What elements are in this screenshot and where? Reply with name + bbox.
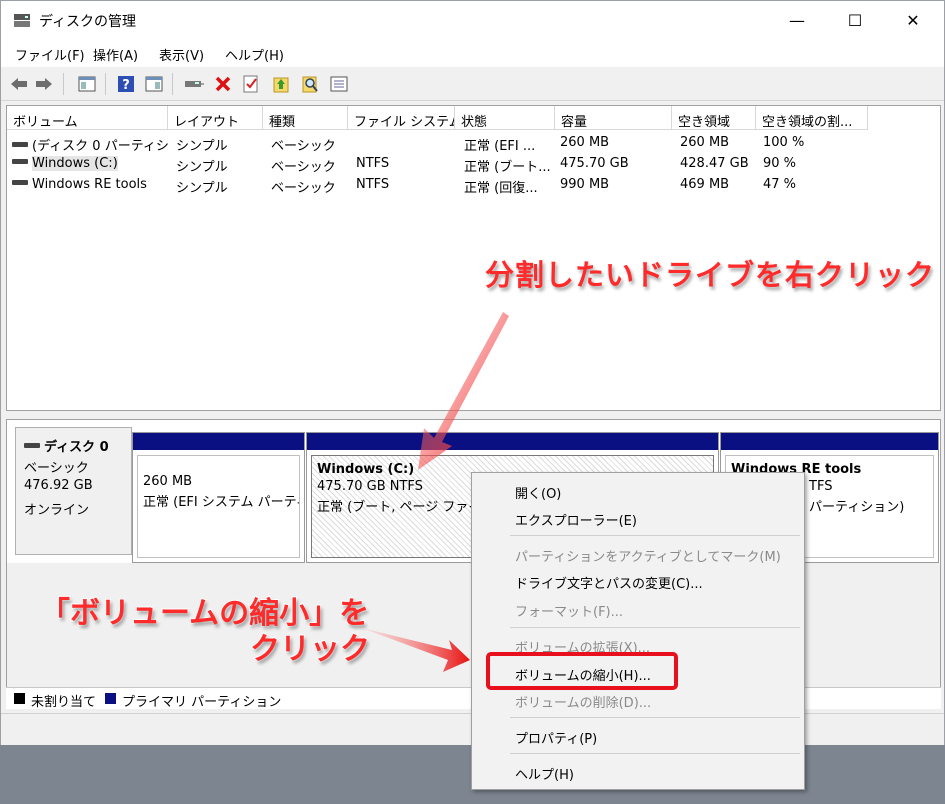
- column-free-percent[interactable]: 空き領域の割...: [756, 106, 868, 130]
- properties-icon[interactable]: [329, 74, 349, 94]
- column-volume[interactable]: ボリューム: [7, 106, 168, 130]
- close-button[interactable]: ✕: [890, 1, 936, 39]
- partition-status: 正常 (EFI システム パーティション): [143, 495, 299, 510]
- menu-item-delete-volume: ボリュームの削除(D)...: [515, 696, 652, 711]
- context-menu: 開く(O) エクスプローラー(E) パーティションをアクティブとしてマーク(M)…: [471, 472, 805, 790]
- help-icon[interactable]: ?: [116, 74, 136, 94]
- column-type[interactable]: 種類: [263, 106, 348, 130]
- menu-item-properties[interactable]: プロパティ(P): [515, 728, 597, 747]
- legend-primary: プライマリ パーティション: [122, 695, 282, 710]
- menu-item-explorer[interactable]: エクスプローラー(E): [515, 510, 637, 529]
- connect-disk-icon[interactable]: [184, 74, 204, 94]
- legend-swatch-primary: [105, 693, 116, 704]
- volume-icon: [12, 142, 28, 147]
- partition-efi[interactable]: 260 MB 正常 (EFI システム パーティション): [132, 432, 305, 563]
- menu-item-format: フォーマット(F)...: [515, 605, 624, 620]
- legend-unallocated: 未割り当て: [31, 695, 97, 710]
- column-layout[interactable]: レイアウト: [168, 106, 263, 130]
- search-icon[interactable]: [300, 74, 320, 94]
- disk-icon: [24, 443, 40, 448]
- volume-icon: [12, 159, 28, 164]
- disk-0-label[interactable]: ディスク 0 ベーシック 476.92 GB オンライン: [15, 427, 132, 555]
- disk-name: ディスク 0: [44, 440, 109, 455]
- action-pane-icon[interactable]: [144, 74, 164, 94]
- volume-icon: [12, 180, 28, 185]
- maximize-button[interactable]: ☐: [832, 1, 878, 39]
- annotation-shrink-line2: クリック: [249, 631, 371, 668]
- column-capacity[interactable]: 容量: [555, 106, 672, 130]
- table-row[interactable]: Windows (C:) シンプル ベーシック NTFS 正常 (ブート... …: [7, 154, 940, 175]
- column-filesystem[interactable]: ファイル システム: [348, 106, 455, 130]
- menu-item-mark-active: パーティションをアクティブとしてマーク(M): [515, 550, 781, 565]
- menu-item-help[interactable]: ヘルプ(H): [515, 764, 574, 783]
- delete-icon[interactable]: [213, 74, 233, 94]
- column-free-space[interactable]: 空き領域: [672, 106, 756, 130]
- menu-item-change-drive-letter[interactable]: ドライブ文字とパスの変更(C)...: [515, 573, 703, 592]
- menu-bar: ファイル(F) 操作(A) 表示(V) ヘルプ(H): [1, 39, 944, 67]
- legend-swatch-unallocated: [14, 693, 25, 704]
- menu-action[interactable]: 操作(A): [93, 45, 138, 64]
- table-row[interactable]: Windows RE tools シンプル ベーシック NTFS 正常 (回復.…: [7, 175, 940, 196]
- disk-type: ベーシック: [24, 461, 89, 476]
- check-icon[interactable]: [241, 74, 261, 94]
- table-row[interactable]: (ディスク 0 パーティショ... シンプル ベーシック 正常 (EFI ...…: [7, 133, 940, 154]
- window-title: ディスクの管理: [39, 14, 137, 30]
- svg-text:?: ?: [122, 78, 130, 93]
- import-icon[interactable]: [271, 74, 291, 94]
- menu-help[interactable]: ヘルプ(H): [225, 45, 284, 64]
- title-bar: ディスクの管理 — ☐ ✕: [1, 1, 944, 39]
- menu-file[interactable]: ファイル(F): [15, 45, 85, 64]
- menu-item-open[interactable]: 開く(O): [515, 483, 561, 502]
- toolbar: ?: [1, 67, 944, 101]
- partition-size: 260 MB: [143, 474, 193, 489]
- forward-arrow-icon[interactable]: [34, 74, 54, 94]
- menu-view[interactable]: 表示(V): [159, 45, 204, 64]
- console-tree-icon[interactable]: [77, 74, 97, 94]
- shrink-highlight-box: [486, 652, 678, 690]
- annotation-right-click: 分割したいドライブを右クリック: [484, 257, 936, 293]
- disk-status: オンライン: [24, 503, 90, 518]
- minimize-button[interactable]: —: [774, 1, 820, 39]
- disk-size: 476.92 GB: [24, 478, 93, 493]
- column-status[interactable]: 状態: [455, 106, 555, 130]
- back-arrow-icon[interactable]: [9, 74, 29, 94]
- disk-management-icon: [14, 14, 30, 27]
